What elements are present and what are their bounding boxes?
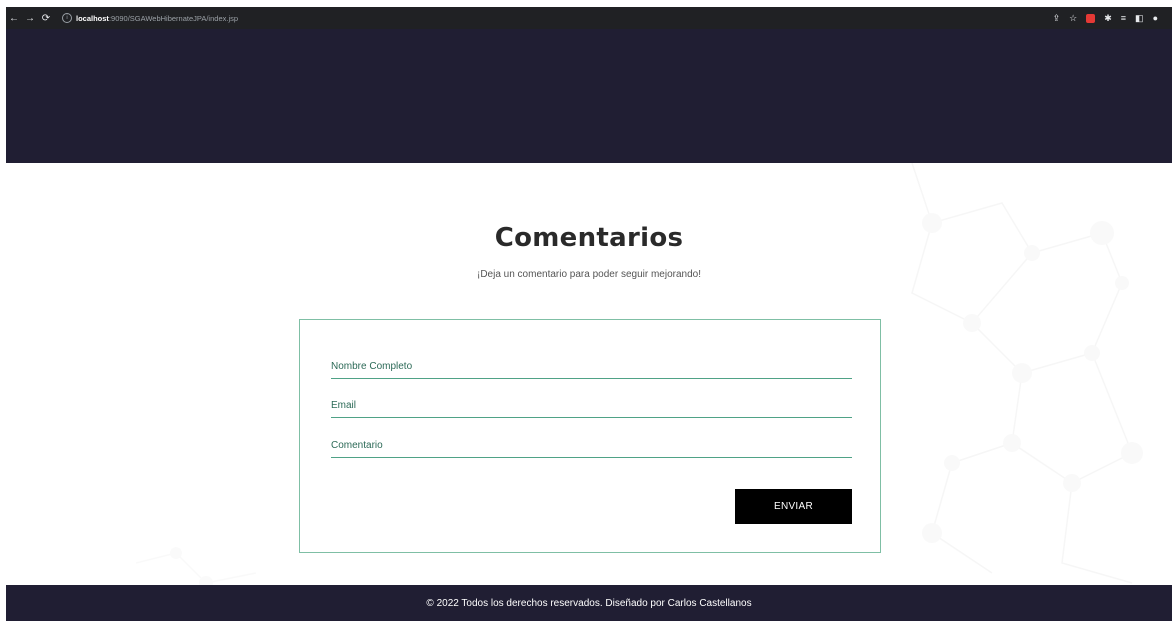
comments-section: Comentarios ¡Deja un comentario para pod… <box>6 163 1172 585</box>
puzzle-icon[interactable]: ✱ <box>1104 13 1112 24</box>
share-icon[interactable]: ⇪ <box>1053 13 1061 24</box>
star-icon[interactable]: ☆ <box>1069 13 1077 24</box>
playlist-icon[interactable]: ≡ <box>1121 13 1126 23</box>
browser-toolbar: ← → ⟳ i localhost :9090/SGAWebHibernateJ… <box>6 7 1172 29</box>
send-button[interactable]: ENVIAR <box>735 489 852 524</box>
page-subtitle: ¡Deja un comentario para poder seguir me… <box>476 269 701 280</box>
forward-arrow-icon[interactable]: → <box>22 13 38 24</box>
url-host: localhost <box>76 13 109 23</box>
email-field-label: Email <box>331 400 357 411</box>
url-path: :9090/SGAWebHibernateJPA/index.jsp <box>108 13 239 23</box>
comment-field[interactable]: Comentario <box>331 437 852 458</box>
reload-icon[interactable]: ⟳ <box>38 13 54 24</box>
molecule-decoration-left <box>136 547 257 585</box>
back-arrow-icon[interactable]: ← <box>6 13 22 24</box>
comment-field-label: Comentario <box>331 440 383 451</box>
extension-icon[interactable] <box>1086 13 1096 23</box>
page-title: Comentarios <box>494 223 684 253</box>
name-field-label: Nombre Completo <box>331 361 413 372</box>
address-bar[interactable]: i localhost :9090/SGAWebHibernateJPA/ind… <box>62 13 238 23</box>
email-field[interactable]: Email <box>331 397 852 418</box>
info-icon[interactable]: i <box>62 13 72 23</box>
footer: © 2022 Todos los derechos reservados. Di… <box>6 585 1172 621</box>
toolbar-icons: ⇪ ☆ ✱ ≡ ◧ ● <box>1053 13 1172 24</box>
comment-form: Nombre Completo Email Comentario ENVIAR <box>299 319 881 553</box>
header-banner <box>6 29 1172 163</box>
sidepanel-icon[interactable]: ◧ <box>1135 13 1144 24</box>
profile-icon[interactable]: ● <box>1153 13 1158 23</box>
name-field-wrapper[interactable]: Nombre Completo <box>331 358 852 379</box>
footer-copyright: © 2022 Todos los derechos reservados. Di… <box>426 597 752 609</box>
